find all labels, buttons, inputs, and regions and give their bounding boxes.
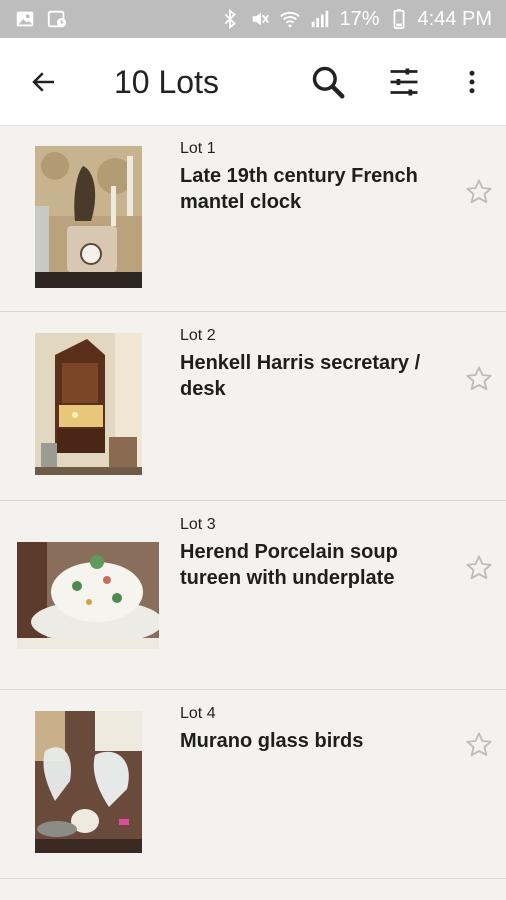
lot-title: Late 19th century French mantel clock xyxy=(180,165,418,213)
image-icon xyxy=(14,8,36,30)
wifi-icon xyxy=(279,8,301,30)
lot-row-4[interactable]: Lot 4 Murano glass birds xyxy=(0,690,506,879)
star-icon[interactable] xyxy=(464,730,494,760)
search-button[interactable] xyxy=(306,60,350,104)
lot-title: Murano glass birds xyxy=(180,730,364,752)
filter-button[interactable] xyxy=(382,60,426,104)
lot-row-2[interactable]: Lot 2 Henkell Harris secretary / desk xyxy=(0,312,506,501)
lot-row-1[interactable]: Lot 1 Late 19th century French mantel cl… xyxy=(0,127,506,312)
lot-list: Lot 1 Late 19th century French mantel cl… xyxy=(0,127,506,879)
filter-sliders-icon xyxy=(390,68,418,96)
lot-number: Lot 1 xyxy=(180,140,216,157)
signal-icon xyxy=(309,8,331,30)
lot-number: Lot 4 xyxy=(180,705,216,722)
more-vert-icon xyxy=(469,70,475,94)
status-time: 4:44 PM xyxy=(417,7,492,30)
secretary-desk-photo xyxy=(35,333,142,475)
star-icon[interactable] xyxy=(464,177,494,207)
app-bar: 10 Lots xyxy=(0,38,506,126)
lot-row-3[interactable]: Lot 3 Herend Porcelain soup tureen with … xyxy=(0,501,506,690)
lot-title: Herend Porcelain soup tureen with underp… xyxy=(180,541,398,589)
glass-birds-photo xyxy=(35,711,142,853)
more-options-button[interactable] xyxy=(450,60,494,104)
lot-number: Lot 2 xyxy=(180,327,216,344)
back-arrow-icon xyxy=(32,72,54,92)
page-title: 10 Lots xyxy=(114,64,219,100)
mantel-clock-photo xyxy=(35,146,142,288)
status-right: 17% 4:44 PM xyxy=(219,8,492,31)
star-icon[interactable] xyxy=(464,364,494,394)
lot-number: Lot 3 xyxy=(180,516,216,533)
status-left xyxy=(14,8,68,30)
battery-icon xyxy=(388,8,410,30)
back-button[interactable] xyxy=(24,62,64,102)
status-bar: 17% 4:44 PM xyxy=(0,0,506,38)
mute-vibrate-icon xyxy=(249,8,271,30)
lot-title: Henkell Harris secretary / desk xyxy=(180,352,421,400)
soup-tureen-photo xyxy=(17,542,159,649)
battery-percent: 17% xyxy=(339,7,380,30)
search-icon xyxy=(312,66,345,99)
bluetooth-icon xyxy=(219,8,241,30)
screenshot-icon xyxy=(46,8,68,30)
star-icon[interactable] xyxy=(464,553,494,583)
